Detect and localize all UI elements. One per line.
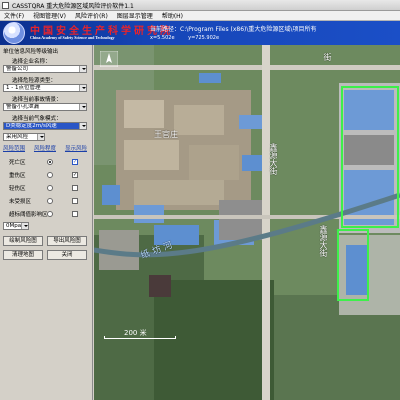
scenario-label: 选择当前事故情景： xyxy=(12,97,62,103)
layer-radio[interactable] xyxy=(47,185,53,191)
risk-tabs: 风险范围 风险程度 显示风险 xyxy=(3,144,87,152)
chevron-down-icon xyxy=(79,85,86,91)
chevron-down-icon xyxy=(37,134,44,140)
risk-value: 采用风险 xyxy=(6,134,29,140)
menu-view[interactable]: 视图管理(V) xyxy=(33,11,66,20)
hazard-select[interactable]: 1 - 1点位管理 xyxy=(3,84,87,92)
window-title: CASSTQRA 重大危险源区域风险评价软件1.1 xyxy=(12,2,134,10)
scale-text: 200 米 xyxy=(124,329,147,337)
scenario-select[interactable]: 警备小孔泄漏 xyxy=(3,103,87,111)
weather-select[interactable]: D类稳定度2m/s风速 xyxy=(3,122,87,130)
layer-row: 未受损区 xyxy=(3,197,87,209)
menu-bar: 文件(F) 视图管理(V) 风险评价(R) 图层显示管理 帮助(H) xyxy=(0,11,400,21)
clear-map-button[interactable]: 清理地图 xyxy=(3,250,43,260)
layer-radio[interactable] xyxy=(47,159,53,165)
weather-label: 选择当前气象模式： xyxy=(12,116,62,122)
layer-name: 轻伤区 xyxy=(9,186,26,192)
hazard-value: 1 - 1点位管理 xyxy=(6,85,41,91)
road-label-lower: 鑫源大街 xyxy=(319,225,328,257)
coordinate-readout: x=5.502e y=725.902e xyxy=(150,35,231,41)
layer-checkbox[interactable] xyxy=(72,198,78,204)
layer-name: 未受损区 xyxy=(9,199,32,205)
menu-file[interactable]: 文件(F) xyxy=(4,11,24,20)
tab-risk-range[interactable]: 风险范围 xyxy=(3,144,25,152)
layer-radio[interactable] xyxy=(47,198,53,204)
enterprise-value: 警备公司 xyxy=(6,66,29,72)
layer-checkbox[interactable] xyxy=(72,159,78,165)
north-arrow-icon xyxy=(100,51,118,67)
section-title: 单位信息风险等级输出 xyxy=(3,49,59,55)
close-button[interactable]: 关闭 xyxy=(47,250,87,260)
layer-checkbox[interactable] xyxy=(72,172,78,178)
tab-risk-degree[interactable]: 风险程度 xyxy=(34,144,56,152)
layer-row: 轻伤区 xyxy=(3,184,87,196)
layer-name: 超标阈值影响区 xyxy=(9,212,48,218)
road-label-top: 街 xyxy=(323,53,332,61)
coord-x: x=5.502e xyxy=(150,35,175,41)
layer-row: 死亡区 xyxy=(3,158,87,170)
chevron-down-icon xyxy=(21,223,28,229)
app-icon xyxy=(2,1,9,9)
layer-row: 超标阈值影响区 xyxy=(3,210,87,222)
app-window: CASSTQRA 重大危险源区域风险评价软件1.1 文件(F) 视图管理(V) … xyxy=(0,0,400,400)
header-banner: 中国安全生产科学研究院 China Academy of Safety Scie… xyxy=(0,21,400,45)
layer-radio[interactable] xyxy=(47,211,53,217)
layer-checkbox[interactable] xyxy=(72,185,78,191)
enterprise-label: 选择企业名称： xyxy=(12,59,51,65)
export-risk-map-button[interactable]: 导出风险图 xyxy=(47,236,87,246)
weather-value: D类稳定度2m/s风速 xyxy=(6,123,57,129)
control-panel: 单位信息风险等级输出 选择企业名称： 警备公司 选择危险源类型： 1 - 1点位… xyxy=(0,45,93,400)
coord-y: y=725.902e xyxy=(188,35,220,41)
layer-name: 死亡区 xyxy=(9,160,26,166)
chevron-down-icon xyxy=(79,66,86,72)
menu-layers[interactable]: 图层显示管理 xyxy=(117,11,153,20)
hazard-label: 选择危险源类型： xyxy=(12,78,57,84)
chevron-down-icon xyxy=(79,123,86,129)
tab-show-risk[interactable]: 显示风险 xyxy=(65,144,87,152)
map-view[interactable]: 王官庄 鑫源大街 鑫源大街 街 纸 坊 河 200 米 xyxy=(94,45,400,400)
org-name-en: China Academy of Safety Science and Tech… xyxy=(30,35,115,40)
village-label: 王官庄 xyxy=(154,130,178,139)
layer-name: 重伤区 xyxy=(9,173,26,179)
risk-select[interactable]: 采用风险 xyxy=(3,133,45,141)
current-path: 当前路径：C:\Program Files (x86)\重大危险源区域\项目所有 xyxy=(150,26,317,33)
menu-risk[interactable]: 风险评价(R) xyxy=(75,11,108,20)
satellite-map xyxy=(94,45,400,400)
layer-row: 重伤区 xyxy=(3,171,87,183)
scale-bar: 200 米 xyxy=(104,329,176,341)
mpa-value: 0Mpa xyxy=(6,223,22,229)
title-bar: CASSTQRA 重大危险源区域风险评价软件1.1 xyxy=(0,0,400,11)
org-logo xyxy=(3,22,25,44)
enterprise-select[interactable]: 警备公司 xyxy=(3,65,87,73)
scenario-value: 警备小孔泄漏 xyxy=(6,104,40,110)
road-label-upper: 鑫源大街 xyxy=(269,143,278,175)
menu-help[interactable]: 帮助(H) xyxy=(162,11,183,20)
chevron-down-icon xyxy=(79,104,86,110)
mpa-select[interactable]: 0Mpa xyxy=(3,222,29,230)
layer-radio[interactable] xyxy=(47,172,53,178)
layer-checkbox[interactable] xyxy=(72,211,78,217)
draw-risk-map-button[interactable]: 绘制风险图 xyxy=(3,236,43,246)
